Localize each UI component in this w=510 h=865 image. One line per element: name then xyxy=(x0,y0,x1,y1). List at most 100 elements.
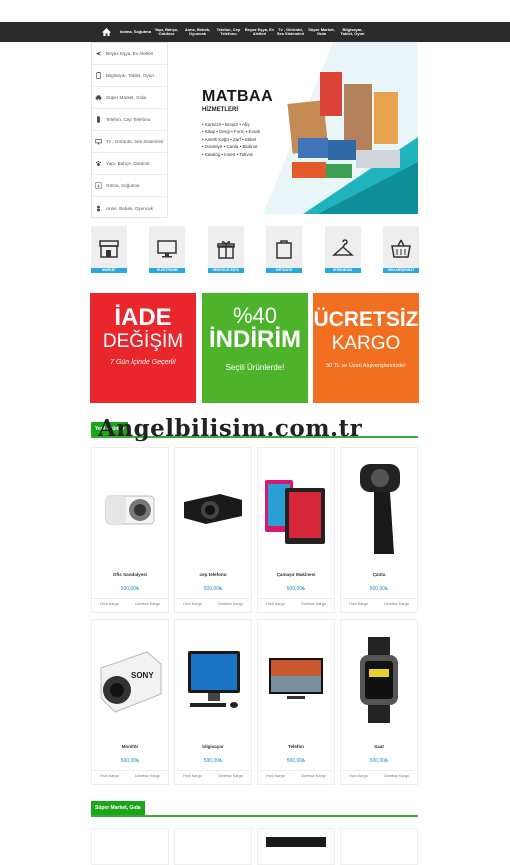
free-shipping-label: Ücretsiz Kargo xyxy=(218,602,243,606)
nav-item[interactable]: Anne, Bebek, Oyuncak xyxy=(182,27,213,37)
sidebar-item-label: Süper Market, Gıda xyxy=(106,95,147,100)
category-label: ELEKTRONİK xyxy=(149,268,186,273)
product-price: 500,00₺ xyxy=(120,586,140,592)
phone-icon xyxy=(97,116,100,123)
product-card[interactable] xyxy=(174,828,252,865)
basket-icon xyxy=(391,239,411,258)
product-price: 500,00₺ xyxy=(203,586,223,592)
product-name[interactable]: cep telefonu xyxy=(175,572,251,577)
bag-icon xyxy=(276,240,292,259)
product-card[interactable]: Telefon 500,00₺ Hızlı Kargo Ücretsiz Karg… xyxy=(257,619,335,785)
banner-line: • Antetli Kağıt • Zarf • Etiket xyxy=(202,136,257,142)
promo-note: Seçili Ürünlerde! xyxy=(225,363,285,372)
product-card[interactable]: bilgisayar 590,00₺ Hızlı Kargo Ücretsiz K… xyxy=(174,619,252,785)
category-label: KIRTASİYE xyxy=(266,268,303,273)
paw-icon xyxy=(96,161,101,166)
free-shipping-label: Ücretsiz Kargo xyxy=(301,602,326,606)
fast-shipping-label: Hızlı Kargo xyxy=(100,774,119,778)
free-shipping-label: Ücretsiz Kargo xyxy=(384,774,409,778)
sidebar-item[interactable]: Tv , Görüntü, Ses Sistemleri xyxy=(92,131,167,153)
category-tile[interactable]: HEDİYELİK EŞYA xyxy=(207,226,244,288)
fast-shipping-label: Hızlı Kargo xyxy=(183,602,202,606)
banner-line: • Davetiye • Çanta • Bloknot xyxy=(202,144,258,150)
promo-headline: %40 xyxy=(232,303,278,328)
category-tile[interactable]: MARKET xyxy=(91,226,127,288)
tv-icon xyxy=(95,139,102,145)
sidebar-item-label: Bilgisayar, Tablet, Oyun xyxy=(106,73,154,78)
nav-item[interactable]: Isıtma, Soğutma xyxy=(120,29,151,35)
banner-title: MATBAA xyxy=(202,88,274,105)
promo-note: 7 Gün İçinde Geçerli! xyxy=(110,359,176,366)
sidebar-item[interactable]: Bilgisayar, Tablet, Oyun xyxy=(92,65,167,87)
promo-note: 50 TL ve Üzeri Alışverişlerinizde! xyxy=(326,363,406,369)
baby-icon xyxy=(97,205,100,211)
product-name[interactable]: Çanta xyxy=(341,572,417,577)
promo-shipping[interactable]: ÜCRETSİZ KARGO 50 TL ve Üzeri Alışverişl… xyxy=(313,293,419,403)
product-price: 500,00₺ xyxy=(369,758,389,764)
nav-item[interactable]: Bilgisayar, Tablet, Oyun xyxy=(337,27,368,37)
product-card[interactable]: Ofis Sandalyesi 500,00₺ Hızlı Kargo Ücret… xyxy=(91,447,169,613)
product-card[interactable]: Saat 500,00₺ Hızlı Kargo Ücretsiz Kargo xyxy=(340,619,418,785)
nav-item[interactable]: Tv , Görüntü, Ses Sistemleri xyxy=(275,27,306,37)
webcam-icon xyxy=(341,448,417,568)
car-icon xyxy=(95,95,102,101)
nav-item[interactable]: Telefon, Cep Telefonu xyxy=(213,27,244,37)
product-name[interactable]: Çamaşır Makinesi xyxy=(258,572,334,577)
projector-icon xyxy=(175,448,251,568)
nav-item[interactable]: Yapı, Bahçe, Outdoor xyxy=(151,27,182,37)
store-icon xyxy=(99,240,119,258)
category-tile[interactable]: GIDA MEŞRUBAT xyxy=(382,226,419,288)
free-shipping-label: Ücretsiz Kargo xyxy=(301,774,326,778)
fast-shipping-label: Hızlı Kargo xyxy=(266,602,285,606)
product-price: 590,00₺ xyxy=(203,758,223,764)
product-card[interactable]: cep telefonu 500,00₺ Hızlı Kargo Ücretsiz… xyxy=(174,447,252,613)
free-shipping-label: Ücretsiz Kargo xyxy=(135,602,160,606)
watermark: Angelbilisim.com.tr xyxy=(98,415,363,442)
product-card[interactable]: SONY Monitör 500,00₺ Hızlı Kargo Ücretsiz… xyxy=(91,619,169,785)
action-camera-icon: SONY xyxy=(92,620,168,740)
category-tile[interactable]: GİYİM MODA xyxy=(324,226,361,288)
nav-item[interactable]: Süper Market, Gıda xyxy=(306,27,337,37)
product-card[interactable]: Çanta 500,00₺ Hızlı Kargo Ücretsiz Kargo xyxy=(340,447,418,613)
tablet-icon xyxy=(96,72,101,79)
product-name[interactable]: Ofis Sandalyesi xyxy=(92,572,168,577)
camera-icon xyxy=(92,448,168,568)
product-name[interactable]: Telefon xyxy=(258,744,334,749)
fireplace-icon xyxy=(95,182,102,189)
category-tile[interactable]: ELEKTRONİK xyxy=(149,226,186,288)
fast-shipping-label: Hızlı Kargo xyxy=(349,774,368,778)
product-card[interactable] xyxy=(91,828,169,865)
product-image-partial xyxy=(266,837,326,847)
product-name[interactable]: Monitör xyxy=(92,744,168,749)
category-label: MARKET xyxy=(91,268,127,273)
sidebar-item[interactable]: Yapı, Bahçe, Outdoor xyxy=(92,153,167,175)
promo-discount[interactable]: %40 İNDİRİM Seçili Ürünlerde! xyxy=(202,293,308,403)
product-price: 500,00₺ xyxy=(120,758,140,764)
promo-headline: ÜCRETSİZ xyxy=(313,308,419,331)
section-divider xyxy=(91,815,418,817)
promo-subheadline: KARGO xyxy=(331,333,401,354)
section-title[interactable]: Süper Market, Gıda xyxy=(91,801,145,815)
tv-icon xyxy=(258,620,334,740)
product-card[interactable] xyxy=(340,828,418,865)
sidebar-item[interactable]: Isıtma, Soğutma xyxy=(92,175,167,197)
product-name[interactable]: Saat xyxy=(341,744,417,749)
sidebar-item[interactable]: Telefon, Cep Telefonu xyxy=(92,109,167,131)
category-label: GIDA MEŞRUBAT xyxy=(382,268,419,273)
banner-line: • Katalog • Insert • Takvim xyxy=(202,151,254,157)
category-label: GİYİM MODA xyxy=(324,268,361,273)
nav-item[interactable]: Beyaz Eşya, Ev Aletleri xyxy=(244,27,275,37)
all-in-one-pc-icon xyxy=(175,620,251,740)
sidebar-item-label: Isıtma, Soğutma xyxy=(106,183,140,188)
category-tile[interactable]: KIRTASİYE xyxy=(266,226,303,288)
home-icon[interactable] xyxy=(92,28,120,36)
sidebar-item[interactable]: Anne, Bebek, Oyuncak xyxy=(92,197,167,219)
sidebar-item[interactable]: Beyaz Eşya, Ev Aletleri xyxy=(92,43,167,65)
sidebar-item[interactable]: Süper Market, Gıda xyxy=(92,87,167,109)
free-shipping-label: Ücretsiz Kargo xyxy=(135,774,160,778)
product-name[interactable]: bilgisayar xyxy=(175,744,251,749)
product-card[interactable]: Çamaşır Makinesi 500,00₺ Hızlı Kargo Ücre… xyxy=(257,447,335,613)
hero-banner[interactable]: MATBAA HİZMETLERİ • Kartvizit • Broşür •… xyxy=(168,42,418,214)
product-card[interactable] xyxy=(257,828,335,865)
promo-return[interactable]: İADE DEĞİŞİM 7 Gün İçinde Geçerli! xyxy=(90,293,196,403)
